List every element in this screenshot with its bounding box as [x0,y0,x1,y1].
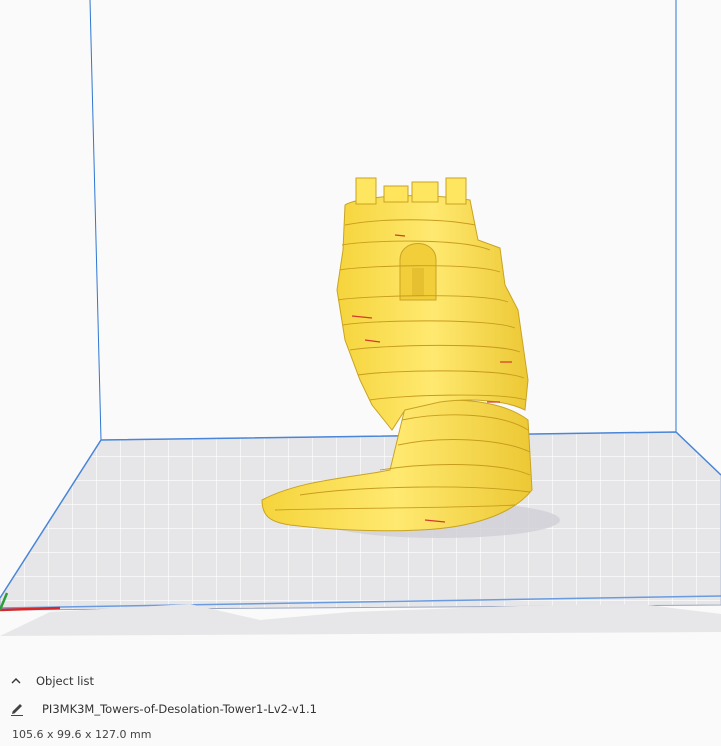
plate-underside-shadow [0,604,721,636]
object-name[interactable]: PI3MK3M_Towers-of-Desolation-Tower1-Lv2-… [42,702,317,716]
slicer-app: Object list PI3MK3M_Towers-of-Desolation… [0,0,721,746]
build-volume-edge-left [89,0,102,441]
3d-viewport[interactable] [0,0,721,746]
pencil-icon[interactable] [8,700,26,718]
viewport-canvas[interactable] [0,0,721,746]
object-dimensions: 105.6 x 99.6 x 127.0 mm [12,728,152,741]
object-list-toggle[interactable]: Object list [8,670,94,692]
object-list-panel: Object list PI3MK3M_Towers-of-Desolation… [0,662,340,746]
object-list-label: Object list [36,674,94,688]
chevron-up-icon [8,673,24,689]
object-list-item[interactable]: PI3MK3M_Towers-of-Desolation-Tower1-Lv2-… [8,699,317,719]
